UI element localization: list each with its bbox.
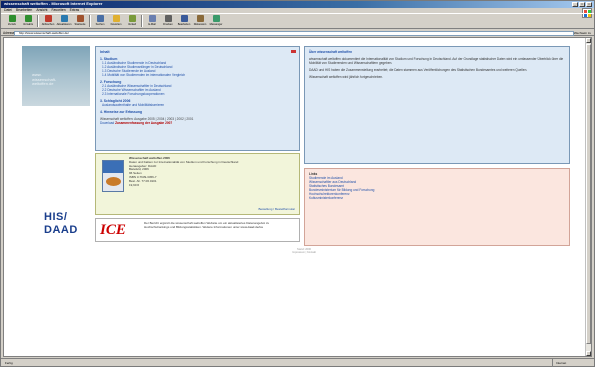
edit-icon bbox=[180, 15, 188, 22]
toolbar-button-history[interactable]: Verlauf bbox=[124, 14, 140, 29]
print-icon bbox=[164, 15, 172, 22]
vertical-scrollbar[interactable] bbox=[585, 38, 591, 356]
toolbar-button-refresh[interactable]: Aktualisieren bbox=[56, 14, 72, 29]
search-icon bbox=[96, 15, 104, 22]
scroll-thumb[interactable] bbox=[586, 44, 591, 344]
toolbar-button-label: E-Mail bbox=[148, 23, 156, 26]
scroll-up-icon[interactable] bbox=[586, 38, 591, 43]
window-controls: _ □ × bbox=[572, 2, 592, 7]
toolbar-button-label: Messenger bbox=[209, 23, 223, 26]
book-info: Wissenschaft weltoffen 2006 Daten und Fa… bbox=[129, 156, 279, 187]
toolbar-button-label: Diskussion bbox=[193, 23, 207, 26]
links-list: Studierende im Ausland Wissenschaftler au… bbox=[309, 176, 565, 200]
about-paragraph: DAAD und HIS haben die Zusammenstellung … bbox=[309, 68, 528, 72]
browser-window: wissenschaft weltoffen - Microsoft Inter… bbox=[0, 0, 595, 367]
his-daad-logo: HIS/ DAAD bbox=[44, 211, 78, 237]
daad-logo-text: DAAD bbox=[44, 224, 78, 236]
toolbar-button-messenger[interactable]: Messenger bbox=[208, 14, 224, 29]
ice-text: Der Bericht ergänzt die wissenschaft-wel… bbox=[144, 221, 270, 229]
book-cover-image[interactable] bbox=[102, 160, 124, 192]
about-box: Über wissenschaft weltoffen wissenschaft… bbox=[304, 46, 570, 164]
address-label: Adresse bbox=[3, 31, 15, 35]
toolbar-button-forward[interactable]: Vorwärts bbox=[20, 14, 36, 29]
site-brand: www. wissenschaft- weltoffen.de bbox=[32, 72, 56, 87]
minimize-button[interactable]: _ bbox=[572, 2, 578, 7]
world-map-image: www. wissenschaft- weltoffen.de bbox=[22, 46, 90, 106]
status-bar: Fertig Internet bbox=[1, 358, 594, 367]
contents-box: Inhalt 1. Studium 1.1 Ausländische Studie… bbox=[95, 46, 300, 151]
history-icon bbox=[128, 15, 136, 22]
stop-icon bbox=[44, 15, 52, 22]
security-zone: Internet bbox=[552, 359, 582, 367]
discuss-icon bbox=[196, 15, 204, 22]
download-line: Download Zusammenfassung der Ausgabe 200… bbox=[100, 121, 295, 125]
toolbar-button-label: Startseite bbox=[74, 23, 86, 26]
mail-icon bbox=[148, 15, 156, 22]
toolbar-separator bbox=[89, 15, 91, 27]
favorites-icon bbox=[112, 15, 120, 22]
back-icon bbox=[8, 15, 16, 22]
contents-item-link[interactable]: 2.3 Internationale Forschungskooperation… bbox=[100, 92, 295, 96]
toolbar: Zurück Vorwärts Abbrechen Aktualisieren Star… bbox=[1, 13, 594, 29]
toolbar-button-print[interactable]: Drucken bbox=[160, 14, 176, 29]
about-paragraph: wissenschaft weltoffen dokumentiert die … bbox=[309, 57, 564, 65]
toolbar-button-stop[interactable]: Abbrechen bbox=[40, 14, 56, 29]
home-icon bbox=[76, 15, 84, 22]
about-heading: Über wissenschaft weltoffen bbox=[309, 50, 353, 54]
links-box: Links Studierende im Ausland Wissenschaft… bbox=[304, 168, 570, 246]
download-link[interactable]: Download bbox=[100, 121, 114, 125]
contents-item-link[interactable]: 1.4 Mobilität von Studierenden im intern… bbox=[100, 73, 295, 77]
contents-sections: 1. Studium 1.1 Ausländische Studierende i… bbox=[100, 57, 295, 114]
maximize-button[interactable]: □ bbox=[579, 2, 585, 7]
external-link[interactable]: Kultusministerkonferenz bbox=[309, 196, 565, 200]
toolbar-button-label: Suchen bbox=[95, 23, 105, 26]
toolbar-button-favorites[interactable]: Favoriten bbox=[108, 14, 124, 29]
address-input[interactable]: http://www.wissenschaft-weltoffen.de/ bbox=[14, 31, 574, 36]
contents-heading: Inhalt bbox=[100, 50, 110, 54]
toolbar-button-label: Abbrechen bbox=[41, 23, 55, 26]
title-bar: wissenschaft weltoffen - Microsoft Inter… bbox=[1, 1, 594, 8]
status-text: Fertig bbox=[5, 361, 13, 365]
toolbar-button-label: Drucken bbox=[163, 23, 173, 26]
go-button[interactable]: Wechseln zu bbox=[574, 31, 591, 36]
refresh-icon bbox=[60, 15, 68, 22]
book-box: Wissenschaft weltoffen 2006 Daten und Fa… bbox=[95, 153, 300, 215]
toolbar-button-label: Favoriten bbox=[110, 23, 122, 26]
footer-links[interactable]: Impressum | Kontakt bbox=[264, 251, 344, 254]
window-title: wissenschaft weltoffen - Microsoft Inter… bbox=[4, 1, 103, 6]
book-detail: 19,90 € bbox=[129, 182, 140, 187]
about-paragraph: Wissenschaft weltoffen wird jährlich for… bbox=[309, 75, 383, 79]
page-viewport: www. wissenschaft- weltoffen.de HIS/ DAA… bbox=[3, 37, 592, 357]
toolbar-button-label: Zurück bbox=[8, 23, 16, 26]
flag-icon[interactable] bbox=[291, 50, 296, 53]
order-link[interactable]: Bestellung / Bestellformular bbox=[258, 207, 295, 211]
toolbar-button-mail[interactable]: E-Mail bbox=[144, 14, 160, 29]
brand-line: weltoffen.de bbox=[32, 81, 54, 87]
messenger-icon bbox=[212, 15, 220, 22]
toolbar-button-label: Aktualisieren bbox=[56, 23, 72, 26]
close-button[interactable]: × bbox=[586, 2, 592, 7]
toolbar-button-back[interactable]: Zurück bbox=[4, 14, 20, 29]
toolbar-button-edit[interactable]: Bearbeiten bbox=[176, 14, 192, 29]
his-logo-text: HIS/ bbox=[44, 211, 68, 223]
toolbar-separator bbox=[37, 15, 39, 27]
contents-section-title[interactable]: 4. Hinweise zur Erfassung bbox=[100, 110, 295, 114]
toolbar-separator bbox=[141, 15, 143, 27]
ice-logo[interactable]: ICE bbox=[100, 221, 126, 239]
scroll-down-icon[interactable] bbox=[586, 351, 591, 356]
toolbar-button-label: Vorwärts bbox=[22, 23, 34, 26]
toolbar-button-home[interactable]: Startseite bbox=[72, 14, 88, 29]
address-bar: Adresse http://www.wissenschaft-weltoffe… bbox=[1, 30, 594, 36]
summary-link[interactable]: Zusammenfassung der Ausgabe 2007 bbox=[115, 121, 172, 125]
page-footer: Stand: 2006 Impressum | Kontakt bbox=[264, 248, 344, 254]
contents-item-link[interactable]: Auslandsaufenthalte und Mobilitätsbarrie… bbox=[100, 103, 295, 107]
toolbar-button-search[interactable]: Suchen bbox=[92, 14, 108, 29]
forward-icon bbox=[24, 15, 32, 22]
ice-box: ICE Der Bericht ergänzt die wissenschaft… bbox=[95, 218, 300, 242]
toolbar-button-discuss[interactable]: Diskussion bbox=[192, 14, 208, 29]
left-panel: www. wissenschaft- weltoffen.de HIS/ DAA… bbox=[22, 46, 90, 290]
toolbar-button-label: Verlauf bbox=[127, 23, 137, 26]
toolbar-button-label: Bearbeiten bbox=[177, 23, 191, 26]
